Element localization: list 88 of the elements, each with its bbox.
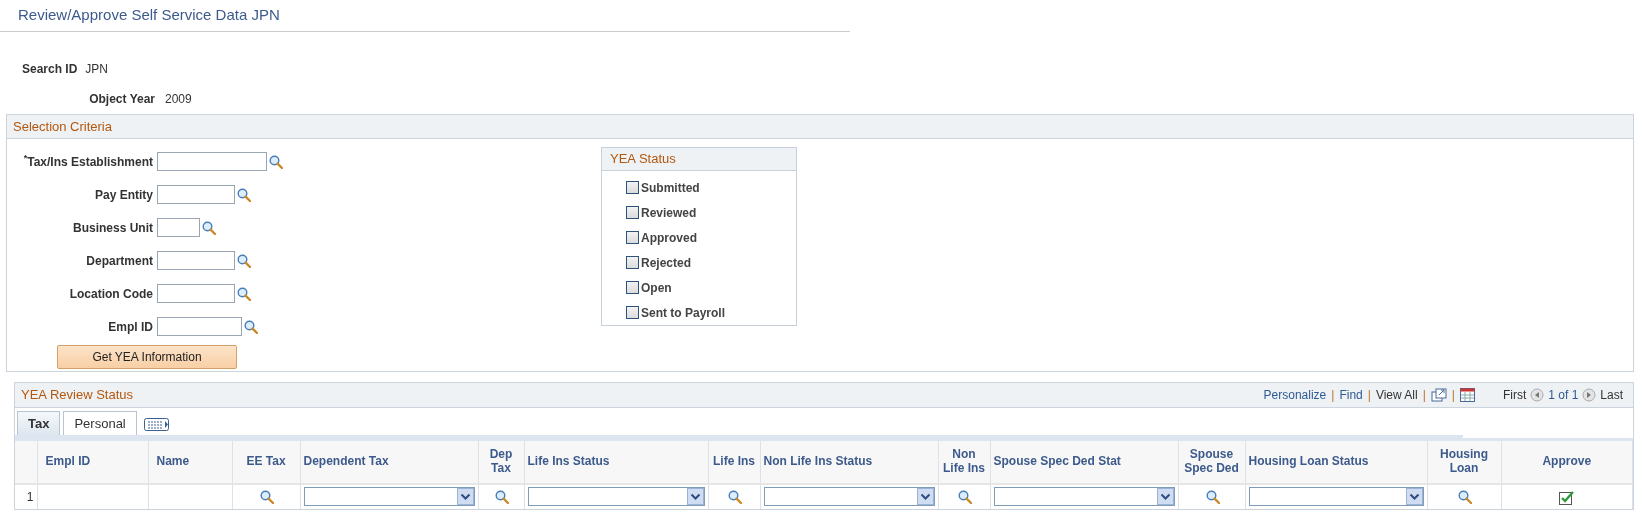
column-header: Name bbox=[148, 439, 232, 484]
checkbox[interactable] bbox=[626, 206, 639, 219]
field-label: Department bbox=[85, 252, 154, 270]
caret-icon[interactable] bbox=[916, 488, 934, 505]
pager-label: Last bbox=[1600, 386, 1623, 404]
column-header: Spouse Spec Ded Stat bbox=[990, 439, 1178, 484]
pager-label: First bbox=[1502, 386, 1527, 404]
dropdown-field[interactable] bbox=[527, 487, 705, 506]
separator: | bbox=[1422, 386, 1426, 404]
show-columns-icon[interactable] bbox=[143, 417, 170, 432]
field-label: Pay Entity bbox=[93, 186, 154, 204]
search-icon[interactable] bbox=[260, 490, 274, 505]
caret-icon[interactable] bbox=[456, 488, 474, 505]
field-label: Business Unit bbox=[72, 219, 154, 237]
tab[interactable]: Personal bbox=[63, 410, 137, 435]
get-info-button[interactable]: Get YEA Information bbox=[57, 345, 237, 369]
input-field[interactable] bbox=[157, 152, 267, 171]
search-icon[interactable] bbox=[202, 220, 216, 235]
field-label: Search ID bbox=[22, 60, 78, 78]
column-header: Non Life Ins Status bbox=[760, 439, 938, 484]
checkbox[interactable] bbox=[626, 256, 639, 269]
column-header: Housing Loan bbox=[1427, 439, 1501, 484]
field-label: Empl ID bbox=[107, 318, 154, 336]
section-title: YEA Review Status bbox=[21, 386, 133, 404]
checkbox-option[interactable]: Reviewed bbox=[602, 199, 796, 225]
page-count: 1 of 1 bbox=[1548, 386, 1579, 404]
toolbar-link[interactable]: View All bbox=[1375, 385, 1418, 404]
caret-icon[interactable] bbox=[1405, 488, 1423, 505]
checkbox-option[interactable]: Sent to Payroll bbox=[602, 299, 796, 325]
field-label: Location Code bbox=[68, 285, 154, 303]
column-header: Dependent Tax bbox=[300, 439, 478, 484]
field-label: $^{*}$Tax/Ins Establishment bbox=[22, 152, 154, 171]
search-icon[interactable] bbox=[1205, 490, 1220, 505]
separator: | bbox=[1331, 386, 1335, 404]
dropdown-field[interactable] bbox=[303, 487, 475, 506]
column-header: Life Ins Status bbox=[524, 439, 708, 484]
separator: | bbox=[1451, 386, 1455, 404]
column-header: Dep Tax bbox=[478, 439, 524, 484]
tab[interactable]: Tax bbox=[17, 410, 61, 435]
checkbox-option[interactable]: Approved bbox=[602, 224, 796, 250]
search-icon[interactable] bbox=[728, 490, 742, 505]
new-window-icon[interactable] bbox=[1430, 387, 1447, 402]
row-number: 1 bbox=[15, 483, 37, 509]
column-header: Empl ID bbox=[37, 439, 148, 484]
column-header: Non Life Ins bbox=[938, 439, 990, 484]
input-field[interactable] bbox=[157, 284, 235, 303]
caret-icon[interactable] bbox=[686, 488, 704, 505]
previous-icon[interactable] bbox=[1530, 387, 1545, 402]
input-field[interactable] bbox=[157, 185, 235, 204]
checkbox[interactable] bbox=[1559, 489, 1575, 505]
search-icon[interactable] bbox=[1458, 490, 1472, 505]
dropdown-field[interactable] bbox=[1248, 487, 1424, 506]
spreadsheet-icon[interactable] bbox=[1459, 387, 1475, 402]
checkbox-option[interactable]: Submitted bbox=[602, 174, 796, 200]
search-icon[interactable] bbox=[244, 319, 258, 334]
separator: | bbox=[1367, 386, 1371, 404]
page-title: Review/Approve Self Service Data JPN bbox=[0, 0, 850, 32]
input-field[interactable] bbox=[157, 218, 200, 237]
next-icon[interactable] bbox=[1582, 387, 1597, 402]
checkbox-option[interactable]: Rejected bbox=[602, 249, 796, 275]
input-field[interactable] bbox=[157, 251, 235, 270]
search-icon[interactable] bbox=[237, 253, 251, 268]
checkbox[interactable] bbox=[626, 281, 639, 294]
dropdown-field[interactable] bbox=[993, 487, 1175, 506]
checkbox[interactable] bbox=[626, 231, 639, 244]
caret-icon[interactable] bbox=[1156, 488, 1174, 505]
dropdown-field[interactable] bbox=[763, 487, 935, 506]
column-header: Life Ins bbox=[708, 439, 760, 484]
search-icon[interactable] bbox=[495, 490, 509, 505]
search-icon[interactable] bbox=[237, 286, 251, 301]
field-value: 2009 bbox=[165, 90, 192, 108]
checkbox[interactable] bbox=[626, 181, 639, 194]
checkbox[interactable] bbox=[626, 306, 639, 319]
section-title: Selection Criteria bbox=[7, 114, 1633, 139]
column-header: Spouse Spec Ded bbox=[1178, 439, 1245, 484]
toolbar-link[interactable]: Personalize bbox=[1263, 385, 1327, 404]
group-title: YEA Status bbox=[602, 148, 796, 171]
column-header: Approve bbox=[1501, 439, 1633, 484]
search-icon[interactable] bbox=[958, 490, 972, 505]
search-icon[interactable] bbox=[269, 154, 283, 169]
search-icon[interactable] bbox=[237, 187, 251, 202]
checkbox-option[interactable]: Open bbox=[602, 274, 796, 300]
column-header: EE Tax bbox=[232, 439, 300, 484]
field-label: Object Year bbox=[88, 90, 156, 108]
input-field[interactable] bbox=[157, 317, 242, 336]
column-header: Housing Loan Status bbox=[1245, 439, 1427, 484]
field-value: JPN bbox=[85, 60, 109, 78]
toolbar-link[interactable]: Find bbox=[1339, 385, 1363, 404]
